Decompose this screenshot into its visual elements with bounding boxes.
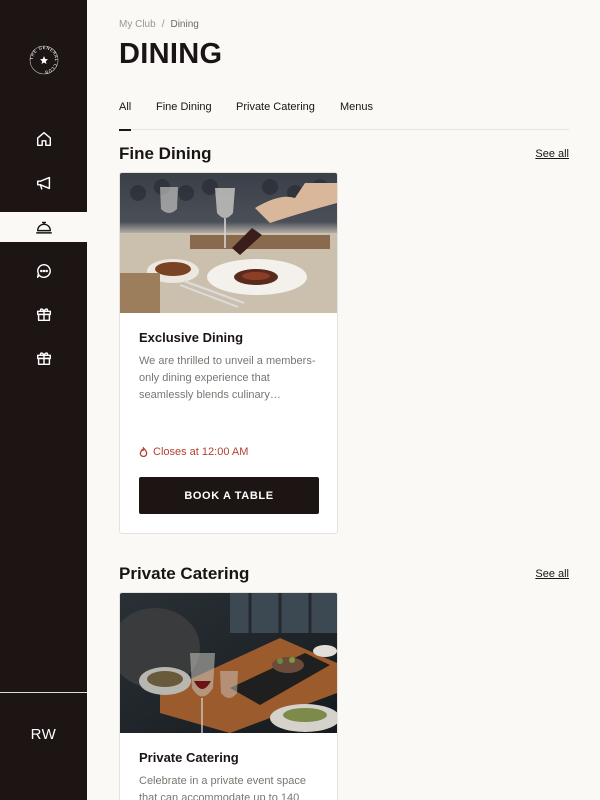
see-all-fine-dining-link[interactable]: See all (535, 148, 569, 160)
dining-card-exclusive[interactable]: Exclusive Dining We are thrilled to unve… (119, 172, 338, 534)
section-title-private-catering: Private Catering (119, 564, 250, 583)
card-description: We are thrilled to unveil a members-only… (139, 355, 316, 401)
user-avatar[interactable]: RW (0, 726, 87, 743)
card-title: Exclusive Dining (139, 330, 244, 345)
tab-fine-dining[interactable]: Fine Dining (156, 101, 212, 130)
sidebar-item-gifts[interactable] (0, 299, 87, 329)
home-icon (36, 131, 51, 147)
gift-icon (36, 308, 51, 322)
tab-bar: All Fine Dining Private Catering Menus (119, 101, 569, 131)
section-title-fine-dining: Fine Dining (119, 144, 212, 163)
tab-private-catering[interactable]: Private Catering (236, 101, 315, 130)
sidebar-item-rewards[interactable] (0, 343, 87, 373)
page-title: DINING (119, 38, 223, 70)
private-catering-photo (120, 593, 337, 733)
tab-all[interactable]: All (119, 101, 132, 131)
book-a-table-button[interactable]: BOOK A TABLE (139, 477, 319, 514)
flame-icon (139, 447, 148, 457)
main-content: My Club / Dining DINING All Fine Dining Pr… (119, 0, 569, 800)
see-all-private-catering-link[interactable]: See all (535, 568, 569, 580)
tab-menus[interactable]: Menus (340, 101, 373, 130)
dining-card-private-catering[interactable]: Private Catering Celebrate in a private … (119, 592, 338, 800)
cloche-icon (35, 221, 52, 234)
breadcrumb-separator: / (161, 19, 165, 30)
club-logo[interactable]: THE GENERAL CLUB (29, 45, 59, 75)
sidebar-item-messages[interactable] (0, 256, 87, 286)
sidebar-divider (0, 692, 87, 693)
sidebar-item-announcements[interactable] (0, 168, 87, 198)
card-description: Celebrate in a private event space that … (139, 775, 306, 800)
breadcrumb-current: Dining (170, 19, 199, 30)
sidebar-item-home[interactable] (0, 124, 87, 154)
breadcrumb-parent[interactable]: My Club (119, 19, 156, 30)
gift-icon (36, 352, 51, 366)
chat-bubble-icon (36, 263, 51, 279)
breadcrumb: My Club / Dining (119, 19, 199, 30)
fine-dining-photo (120, 173, 337, 313)
closing-time-text: Closes at 12:00 AM (153, 446, 249, 458)
card-title: Private Catering (139, 750, 239, 765)
sidebar-item-dining[interactable] (0, 212, 87, 242)
sidebar: THE GENERAL CLUB RW (0, 0, 87, 800)
megaphone-icon (36, 176, 50, 190)
closing-time: Closes at 12:00 AM (139, 446, 248, 458)
